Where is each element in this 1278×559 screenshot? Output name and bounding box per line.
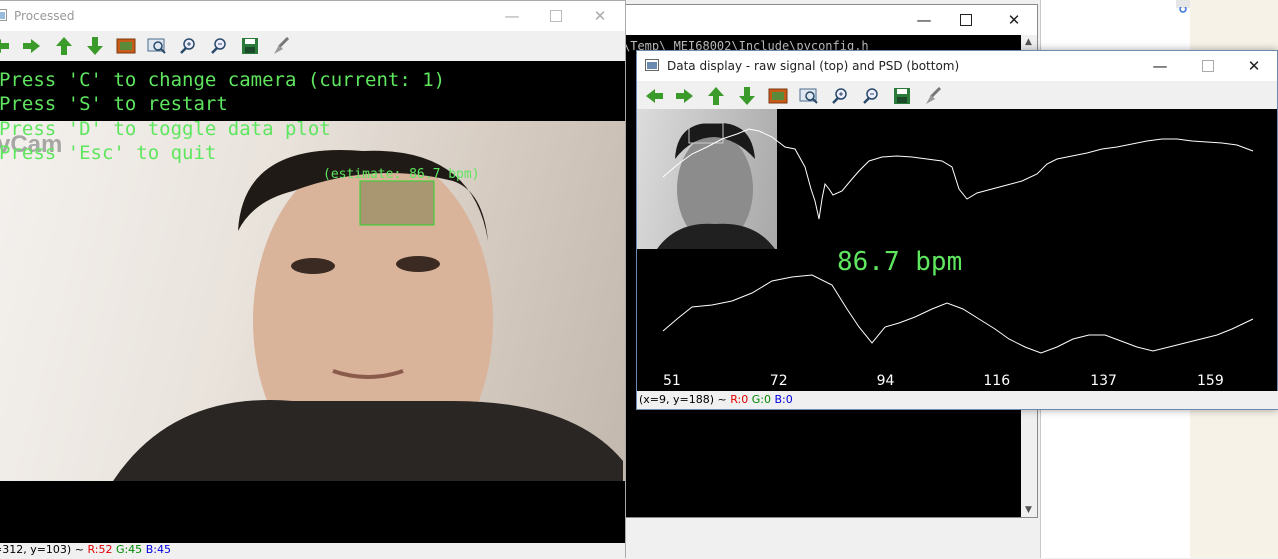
close-button[interactable]: ✕	[577, 1, 623, 31]
psd-x-tick-label: 137	[1090, 373, 1117, 389]
estimate-label: (estimate: 86.7 bpm)	[323, 167, 480, 182]
bpm-readout: 86.7 bpm	[837, 247, 963, 277]
scroll-up-arrow[interactable]: ▲	[1025, 37, 1032, 47]
pixel-red-value: R:52	[87, 543, 113, 556]
processed-titlebar: Processed — ✕	[0, 1, 625, 31]
pixel-green-value: G:45	[115, 543, 143, 556]
data-display-toolbar	[637, 81, 1277, 111]
zoom-image-icon[interactable]	[115, 35, 137, 57]
processed-window: Processed — ✕ vCam Press 'C' to change c…	[0, 0, 626, 559]
data-display-canvas[interactable]: 86.7 bpm 51 72 94 116 137 159	[637, 109, 1277, 391]
pixel-coords: (x=9, y=188) ~	[639, 393, 727, 406]
processed-toolbar	[0, 31, 625, 61]
pixel-red-value: R:0	[730, 393, 749, 406]
overlay-quit-instruction: Press 'Esc' to quit	[0, 142, 217, 164]
scroll-down-arrow[interactable]: ▼	[1025, 505, 1032, 515]
window-app-icon	[645, 59, 659, 71]
overlay-restart-instruction: Press 'S' to restart	[0, 93, 228, 115]
processed-image-canvas[interactable]: vCam Press 'C' to change camera (current…	[0, 61, 625, 543]
psd-x-tick-label: 116	[983, 373, 1011, 389]
zoom-image-icon[interactable]	[767, 85, 789, 107]
pan-left-icon[interactable]	[0, 35, 11, 57]
pan-right-icon[interactable]	[21, 35, 43, 57]
psd-x-axis: 51 72 94 116 137 159	[637, 373, 1277, 391]
window-app-icon	[0, 9, 7, 21]
minimize-button[interactable]: —	[489, 1, 535, 31]
save-icon[interactable]	[239, 35, 261, 57]
pixel-coords: =312, y=103) ~	[0, 543, 84, 556]
pixel-blue-value: B:0	[774, 393, 793, 406]
zoom-out-icon[interactable]	[208, 35, 230, 57]
maximize-button[interactable]	[943, 5, 989, 35]
background-scrollbar-arrow	[1176, 0, 1190, 13]
save-icon[interactable]	[891, 85, 913, 107]
webcam-frame	[0, 121, 625, 491]
pan-up-icon[interactable]	[53, 35, 75, 57]
processed-status-bar: =312, y=103) ~ R:52 G:45 B:45	[0, 543, 625, 559]
data-display-window: Data display - raw signal (top) and PSD …	[636, 50, 1278, 410]
overlay-plot-instruction: Press 'D' to toggle data plot	[0, 118, 331, 140]
properties-icon[interactable]	[270, 35, 292, 57]
pan-right-icon[interactable]	[674, 85, 696, 107]
data-display-titlebar: Data display - raw signal (top) and PSD …	[637, 51, 1277, 81]
data-display-status-bar: (x=9, y=188) ~ R:0 G:0 B:0	[637, 391, 1278, 409]
properties-icon[interactable]	[922, 85, 944, 107]
window-title: Data display - raw signal (top) and PSD …	[667, 59, 960, 73]
zoom-in-icon[interactable]	[829, 85, 851, 107]
minimize-button[interactable]: —	[901, 5, 947, 35]
psd-line	[662, 274, 1254, 354]
minimize-button[interactable]: —	[1137, 51, 1183, 81]
maximize-button[interactable]	[1185, 51, 1231, 81]
console-titlebar: — ✕	[621, 5, 1037, 35]
overlay-camera-instruction: Press 'C' to change camera (current: 1)	[0, 69, 446, 91]
pixel-blue-value: B:45	[145, 543, 171, 556]
psd-x-tick-label: 72	[769, 373, 788, 389]
webcam-scene	[113, 150, 623, 491]
psd-x-tick-label: 159	[1197, 373, 1224, 389]
close-button[interactable]: ✕	[991, 5, 1037, 35]
maximize-button[interactable]	[533, 1, 579, 31]
pan-left-icon[interactable]	[643, 85, 665, 107]
window-title: Processed	[14, 9, 75, 23]
pan-down-icon[interactable]	[84, 35, 106, 57]
pan-down-icon[interactable]	[736, 85, 758, 107]
zoom-fit-icon[interactable]	[798, 85, 820, 107]
zoom-fit-icon[interactable]	[146, 35, 168, 57]
psd-x-tick-label: 94	[876, 373, 895, 389]
pixel-green-value: G:0	[751, 393, 771, 406]
close-button[interactable]: ✕	[1231, 51, 1277, 81]
zoom-in-icon[interactable]	[177, 35, 199, 57]
zoom-out-icon[interactable]	[860, 85, 882, 107]
raw-signal-line	[662, 128, 1254, 220]
pan-up-icon[interactable]	[705, 85, 727, 107]
psd-x-tick-label: 51	[663, 373, 681, 389]
